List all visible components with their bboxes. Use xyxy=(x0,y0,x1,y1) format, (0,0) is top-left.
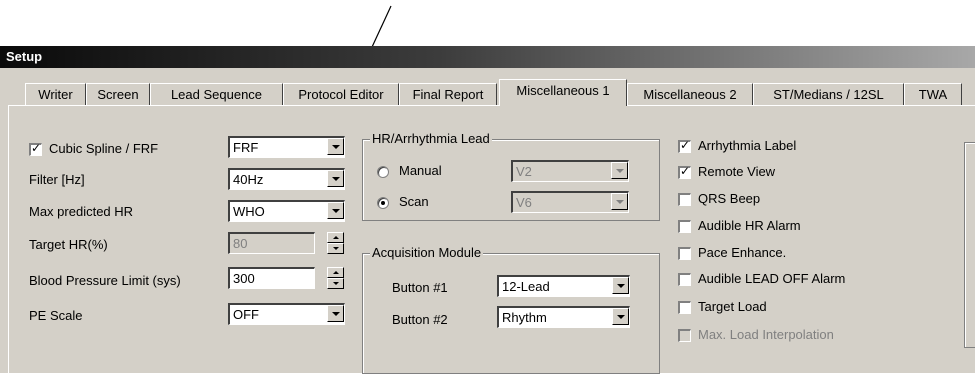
chevron-down-icon[interactable] xyxy=(327,138,344,155)
bp-limit-label: Blood Pressure Limit (sys) xyxy=(29,273,181,288)
scan-lead-select[interactable]: V6 xyxy=(511,191,629,213)
chevron-down-icon[interactable] xyxy=(611,193,628,210)
max-load-interpolation-text: Max. Load Interpolation xyxy=(698,327,834,342)
audible-hr-alarm-checkbox[interactable] xyxy=(678,220,691,233)
pe-scale-label: PE Scale xyxy=(29,308,83,323)
tab-writer[interactable]: Writer xyxy=(25,83,86,105)
tab-st-medians-12sl[interactable]: ST/Medians / 12SL xyxy=(753,83,904,105)
manual-lead-select[interactable]: V2 xyxy=(511,160,629,182)
spin-down-icon[interactable] xyxy=(327,278,344,289)
tab-screen[interactable]: Screen xyxy=(86,83,150,105)
remote-view-text: Remote View xyxy=(698,164,776,179)
chevron-down-icon[interactable] xyxy=(327,170,344,187)
button2-select[interactable]: Rhythm xyxy=(497,306,630,328)
button1-value: 12-Lead xyxy=(502,279,550,294)
tab-final-report[interactable]: Final Report xyxy=(399,83,497,105)
chevron-down-icon[interactable] xyxy=(612,277,629,294)
tab-protocol-editor[interactable]: Protocol Editor xyxy=(283,83,399,105)
tab-twa[interactable]: TWA xyxy=(904,83,962,105)
audible-lead-off-alarm-text: Audible LEAD OFF Alarm xyxy=(698,271,846,286)
bp-limit-input[interactable]: 300 xyxy=(228,267,315,289)
button2-value: Rhythm xyxy=(502,310,547,325)
hr-arrhythmia-title: HR/Arrhythmia Lead xyxy=(370,131,492,146)
partial-group-box xyxy=(964,142,975,348)
acquisition-module-title: Acquisition Module xyxy=(370,245,484,260)
cubic-spline-value: FRF xyxy=(233,140,259,155)
tab-panel: Cubic Spline / FRF FRF Filter [Hz] 40Hz … xyxy=(8,105,975,374)
target-load-text: Target Load xyxy=(698,299,767,314)
filter-label: Filter [Hz] xyxy=(29,172,85,187)
cubic-spline-checkbox[interactable] xyxy=(29,141,42,156)
cubic-spline-select[interactable]: FRF xyxy=(228,136,345,158)
target-hr-label: Target HR(%) xyxy=(29,237,108,252)
target-hr-input[interactable]: 80 xyxy=(228,232,315,254)
spin-up-icon[interactable] xyxy=(327,232,344,243)
scan-radio[interactable] xyxy=(377,197,389,209)
qrs-beep-checkbox[interactable] xyxy=(678,193,691,206)
filter-value: 40Hz xyxy=(233,172,264,187)
max-hr-value: WHO xyxy=(233,204,265,219)
scan-lead-value: V6 xyxy=(516,195,532,210)
button2-label: Button #2 xyxy=(392,312,448,327)
tab-miscellaneous-1[interactable]: Miscellaneous 1 xyxy=(499,79,627,106)
bp-limit-value: 300 xyxy=(233,271,255,286)
cubic-spline-label: Cubic Spline / FRF xyxy=(49,141,159,156)
manual-radio[interactable] xyxy=(377,166,389,178)
chevron-down-icon[interactable] xyxy=(327,202,344,219)
chevron-down-icon[interactable] xyxy=(327,305,344,322)
arrhythmia-label-checkbox[interactable] xyxy=(678,138,691,153)
target-hr-value: 80 xyxy=(233,236,248,251)
button1-select[interactable]: 12-Lead xyxy=(497,275,630,297)
pe-scale-value: OFF xyxy=(233,307,259,322)
filter-select[interactable]: 40Hz xyxy=(228,168,345,190)
tab-lead-sequence[interactable]: Lead Sequence xyxy=(150,83,283,105)
pace-enhance-text: Pace Enhance. xyxy=(698,245,787,260)
target-hr-spinner[interactable] xyxy=(327,232,344,254)
max-hr-select[interactable]: WHO xyxy=(228,200,345,222)
setup-window: Setup Writer Screen Lead Sequence Protoc… xyxy=(0,46,975,374)
spin-up-icon[interactable] xyxy=(327,267,344,278)
arrhythmia-label-text: Arrhythmia Label xyxy=(698,138,797,153)
max-hr-label: Max predicted HR xyxy=(29,204,134,219)
pe-scale-select[interactable]: OFF xyxy=(228,303,345,325)
scan-label: Scan xyxy=(399,194,429,209)
remote-view-checkbox[interactable] xyxy=(678,164,691,179)
tab-bar: Writer Screen Lead Sequence Protocol Edi… xyxy=(0,79,975,106)
manual-lead-value: V2 xyxy=(516,164,532,179)
chevron-down-icon[interactable] xyxy=(612,308,629,325)
bp-limit-spinner[interactable] xyxy=(327,267,344,289)
qrs-beep-text: QRS Beep xyxy=(698,191,761,206)
manual-label: Manual xyxy=(399,163,442,178)
audible-hr-alarm-text: Audible HR Alarm xyxy=(698,218,801,233)
chevron-down-icon[interactable] xyxy=(611,162,628,179)
button1-label: Button #1 xyxy=(392,280,448,295)
audible-lead-off-alarm-checkbox[interactable] xyxy=(678,273,691,286)
window-title: Setup xyxy=(0,46,975,68)
spin-down-icon[interactable] xyxy=(327,243,344,254)
pace-enhance-checkbox[interactable] xyxy=(678,247,691,260)
target-load-checkbox[interactable] xyxy=(678,301,691,314)
tab-miscellaneous-2[interactable]: Miscellaneous 2 xyxy=(627,83,753,105)
max-load-interpolation-checkbox[interactable] xyxy=(678,329,691,342)
